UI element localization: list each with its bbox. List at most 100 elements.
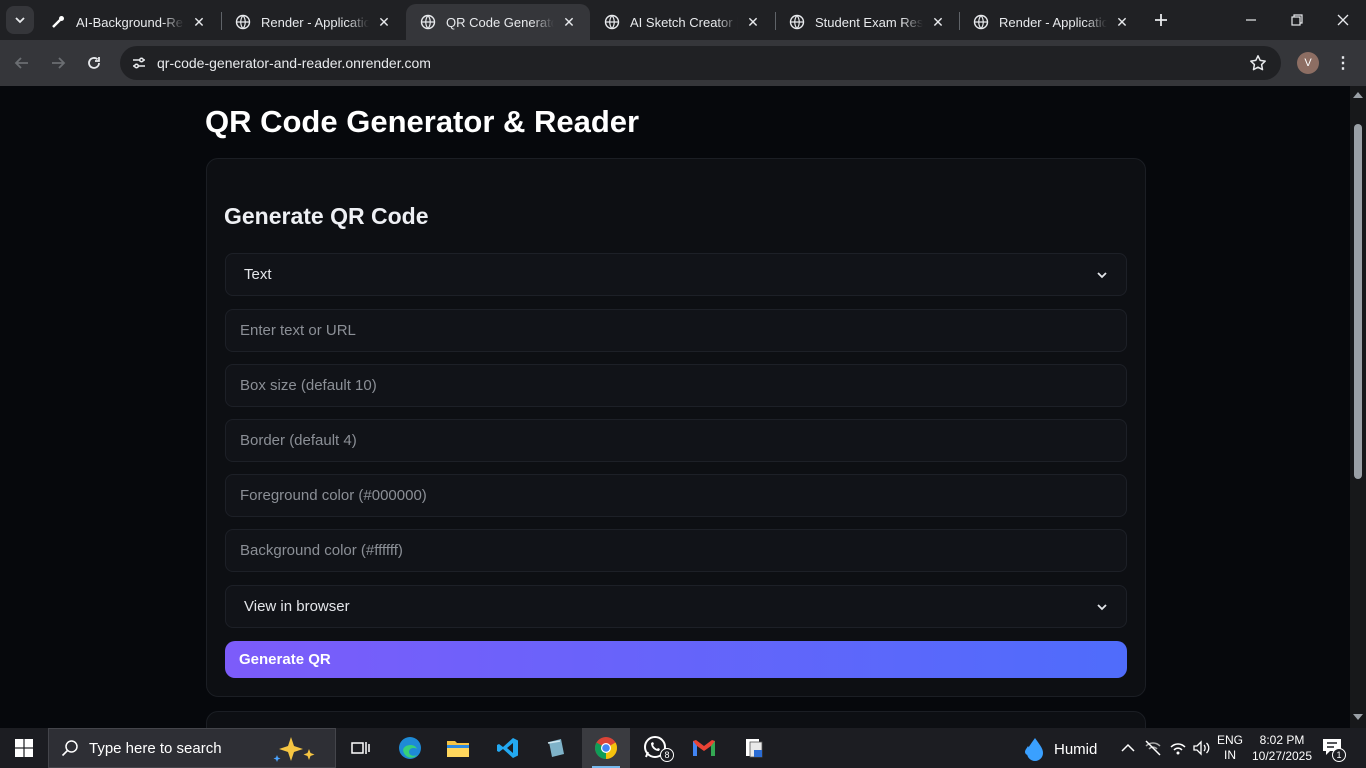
folder-icon: [447, 741, 469, 757]
output-mode-select[interactable]: View in browser: [225, 585, 1127, 628]
whatsapp-badge: 8: [660, 748, 674, 762]
address-bar[interactable]: qr-code-generator-and-reader.onrender.co…: [120, 46, 1281, 80]
tab-title: Student Exam Result: [815, 14, 923, 30]
site-settings-icon[interactable]: [128, 52, 150, 74]
globe-icon: [420, 14, 436, 30]
tab-render-application[interactable]: Render - Application ✕: [959, 4, 1143, 40]
humidity-icon: [1025, 738, 1043, 761]
language-line2: IN: [1224, 748, 1236, 762]
notification-badge: 1: [1332, 748, 1346, 762]
chevron-down-icon: [1097, 603, 1107, 610]
qr-type-value: Text: [244, 266, 272, 283]
new-tab-button[interactable]: [1150, 8, 1172, 32]
language-indicator[interactable]: ENG IN: [1213, 733, 1247, 763]
text-url-input[interactable]: Enter text or URL: [225, 309, 1127, 352]
network-disconnected-icon[interactable]: [1144, 739, 1162, 757]
forward-button[interactable]: [44, 49, 72, 77]
file-explorer-app[interactable]: [434, 728, 482, 768]
page-viewport: QR Code Generator & Reader Generate QR C…: [0, 86, 1350, 728]
close-icon[interactable]: ✕: [744, 13, 762, 31]
search-placeholder: Type here to search: [89, 739, 222, 757]
browser-menu-icon[interactable]: ⋮: [1332, 52, 1354, 74]
tab-qr-code-generator[interactable]: QR Code Generator & Reader ✕: [406, 4, 590, 40]
task-view-button[interactable]: [336, 728, 384, 768]
output-mode-value: View in browser: [244, 598, 350, 615]
tab-render-dashboard[interactable]: Render - Application Dashboard ✕: [221, 4, 405, 40]
start-button[interactable]: [0, 728, 48, 768]
task-view-icon: [351, 742, 370, 754]
tab-ai-sketch-creator[interactable]: AI Sketch Creator | Vision ✕: [590, 4, 774, 40]
scrollbar-thumb[interactable]: [1354, 124, 1362, 479]
close-icon[interactable]: ✕: [929, 13, 947, 31]
gmail-app[interactable]: [680, 728, 728, 768]
close-icon[interactable]: ✕: [1113, 13, 1131, 31]
edge-icon: [399, 737, 421, 759]
close-icon: [1337, 14, 1349, 26]
foreground-color-input[interactable]: Foreground color (#000000): [225, 474, 1127, 517]
back-button[interactable]: [8, 49, 36, 77]
close-window-button[interactable]: [1320, 0, 1366, 40]
gmail-icon: [693, 740, 715, 756]
arrow-right-icon: [52, 57, 66, 69]
box-size-input[interactable]: Box size (default 10): [225, 364, 1127, 407]
chevron-up-icon[interactable]: [1121, 743, 1135, 753]
wifi-icon[interactable]: [1169, 739, 1187, 757]
scroll-up-arrow-icon[interactable]: [1353, 92, 1363, 98]
bookmark-star-icon[interactable]: [1249, 54, 1267, 77]
tab-ai-background-remover[interactable]: AI-Background-Remover ✕: [36, 4, 220, 40]
read-qr-card: [206, 711, 1146, 728]
restore-button[interactable]: [1274, 0, 1320, 40]
notes-icon: [547, 739, 564, 757]
globe-icon: [973, 14, 989, 30]
chevron-down-icon: [1097, 271, 1107, 278]
whatsapp-app[interactable]: 8: [632, 728, 680, 768]
reload-icon: [88, 57, 100, 69]
minimize-button[interactable]: [1228, 0, 1274, 40]
page-scrollbar[interactable]: [1350, 86, 1366, 728]
reload-button[interactable]: [80, 49, 108, 77]
tab-title: AI Sketch Creator | Vision: [630, 14, 738, 30]
page-title: QR Code Generator & Reader: [205, 104, 640, 139]
globe-icon: [789, 14, 805, 30]
tab-title: Render - Application Dashboard: [261, 14, 369, 30]
windows-logo-icon: [15, 739, 33, 757]
background-remover-icon: [50, 14, 66, 30]
edge-app[interactable]: [386, 728, 434, 768]
notification-center-button[interactable]: 1: [1322, 738, 1346, 762]
clock-time: 8:02 PM: [1259, 733, 1305, 747]
background-color-input[interactable]: Background color (#ffffff): [225, 529, 1127, 572]
scroll-down-arrow-icon[interactable]: [1353, 714, 1363, 720]
notes-app[interactable]: [532, 728, 580, 768]
windows-taskbar: Type here to search 8 Humid ENG IN 8:02 …: [0, 728, 1366, 768]
clock[interactable]: 8:02 PM 10/27/2025: [1248, 732, 1316, 764]
border-input[interactable]: Border (default 4): [225, 419, 1127, 462]
tab-title: Render - Application: [999, 14, 1107, 30]
restore-icon: [1291, 14, 1303, 26]
chrome-app[interactable]: [582, 728, 630, 768]
tab-search-button[interactable]: [6, 6, 34, 34]
close-icon[interactable]: ✕: [190, 13, 208, 31]
documents-app[interactable]: [730, 728, 778, 768]
minimize-icon: [1246, 19, 1256, 21]
url-text[interactable]: qr-code-generator-and-reader.onrender.co…: [157, 55, 431, 71]
browser-tab-strip: AI-Background-Remover ✕ Render - Applica…: [0, 0, 1366, 40]
clock-date: 10/27/2025: [1251, 749, 1313, 763]
copilot-sparkle-icon: [273, 737, 315, 762]
search-icon: [61, 740, 78, 757]
close-icon[interactable]: ✕: [375, 13, 393, 31]
tab-student-exam-result[interactable]: Student Exam Result ✕: [775, 4, 959, 40]
close-icon[interactable]: ✕: [560, 13, 578, 31]
volume-icon[interactable]: [1192, 739, 1210, 757]
arrow-left-icon: [14, 57, 28, 69]
profile-avatar[interactable]: V: [1297, 52, 1319, 74]
taskbar-search-box[interactable]: Type here to search: [48, 728, 336, 768]
weather-widget[interactable]: Humid: [1022, 736, 1097, 762]
chevron-down-icon: [15, 17, 25, 24]
language-line1: ENG: [1216, 733, 1243, 747]
chrome-icon: [595, 737, 617, 759]
qr-type-select[interactable]: Text: [225, 253, 1127, 296]
vscode-app[interactable]: [484, 728, 532, 768]
document-app-icon: [746, 739, 763, 758]
tab-title: QR Code Generator & Reader: [446, 14, 554, 30]
generate-qr-button[interactable]: Generate QR: [225, 641, 1127, 678]
